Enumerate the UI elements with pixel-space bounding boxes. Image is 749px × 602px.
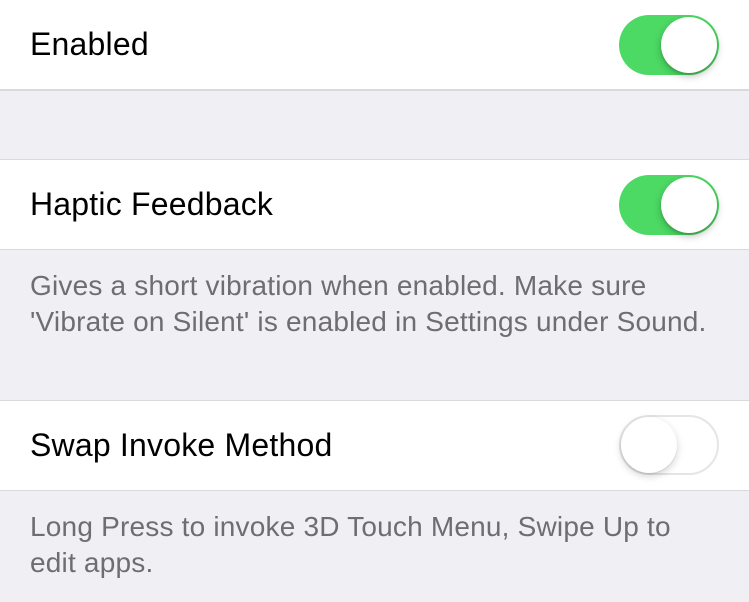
swap-invoke-cell: Swap Invoke Method xyxy=(0,401,749,491)
toggle-knob xyxy=(661,17,717,73)
swap-invoke-toggle[interactable] xyxy=(619,415,719,475)
swap-invoke-label: Swap Invoke Method xyxy=(30,427,332,464)
enabled-cell: Enabled xyxy=(0,0,749,90)
toggle-knob xyxy=(661,177,717,233)
haptic-feedback-label: Haptic Feedback xyxy=(30,186,273,223)
enabled-label: Enabled xyxy=(30,26,149,63)
section-spacer xyxy=(0,361,749,401)
haptic-feedback-cell: Haptic Feedback xyxy=(0,160,749,250)
swap-invoke-footer: Long Press to invoke 3D Touch Menu, Swip… xyxy=(0,491,749,602)
toggle-knob xyxy=(621,417,677,473)
haptic-feedback-footer: Gives a short vibration when enabled. Ma… xyxy=(0,250,749,361)
haptic-feedback-toggle[interactable] xyxy=(619,175,719,235)
enabled-toggle[interactable] xyxy=(619,15,719,75)
section-spacer xyxy=(0,90,749,160)
